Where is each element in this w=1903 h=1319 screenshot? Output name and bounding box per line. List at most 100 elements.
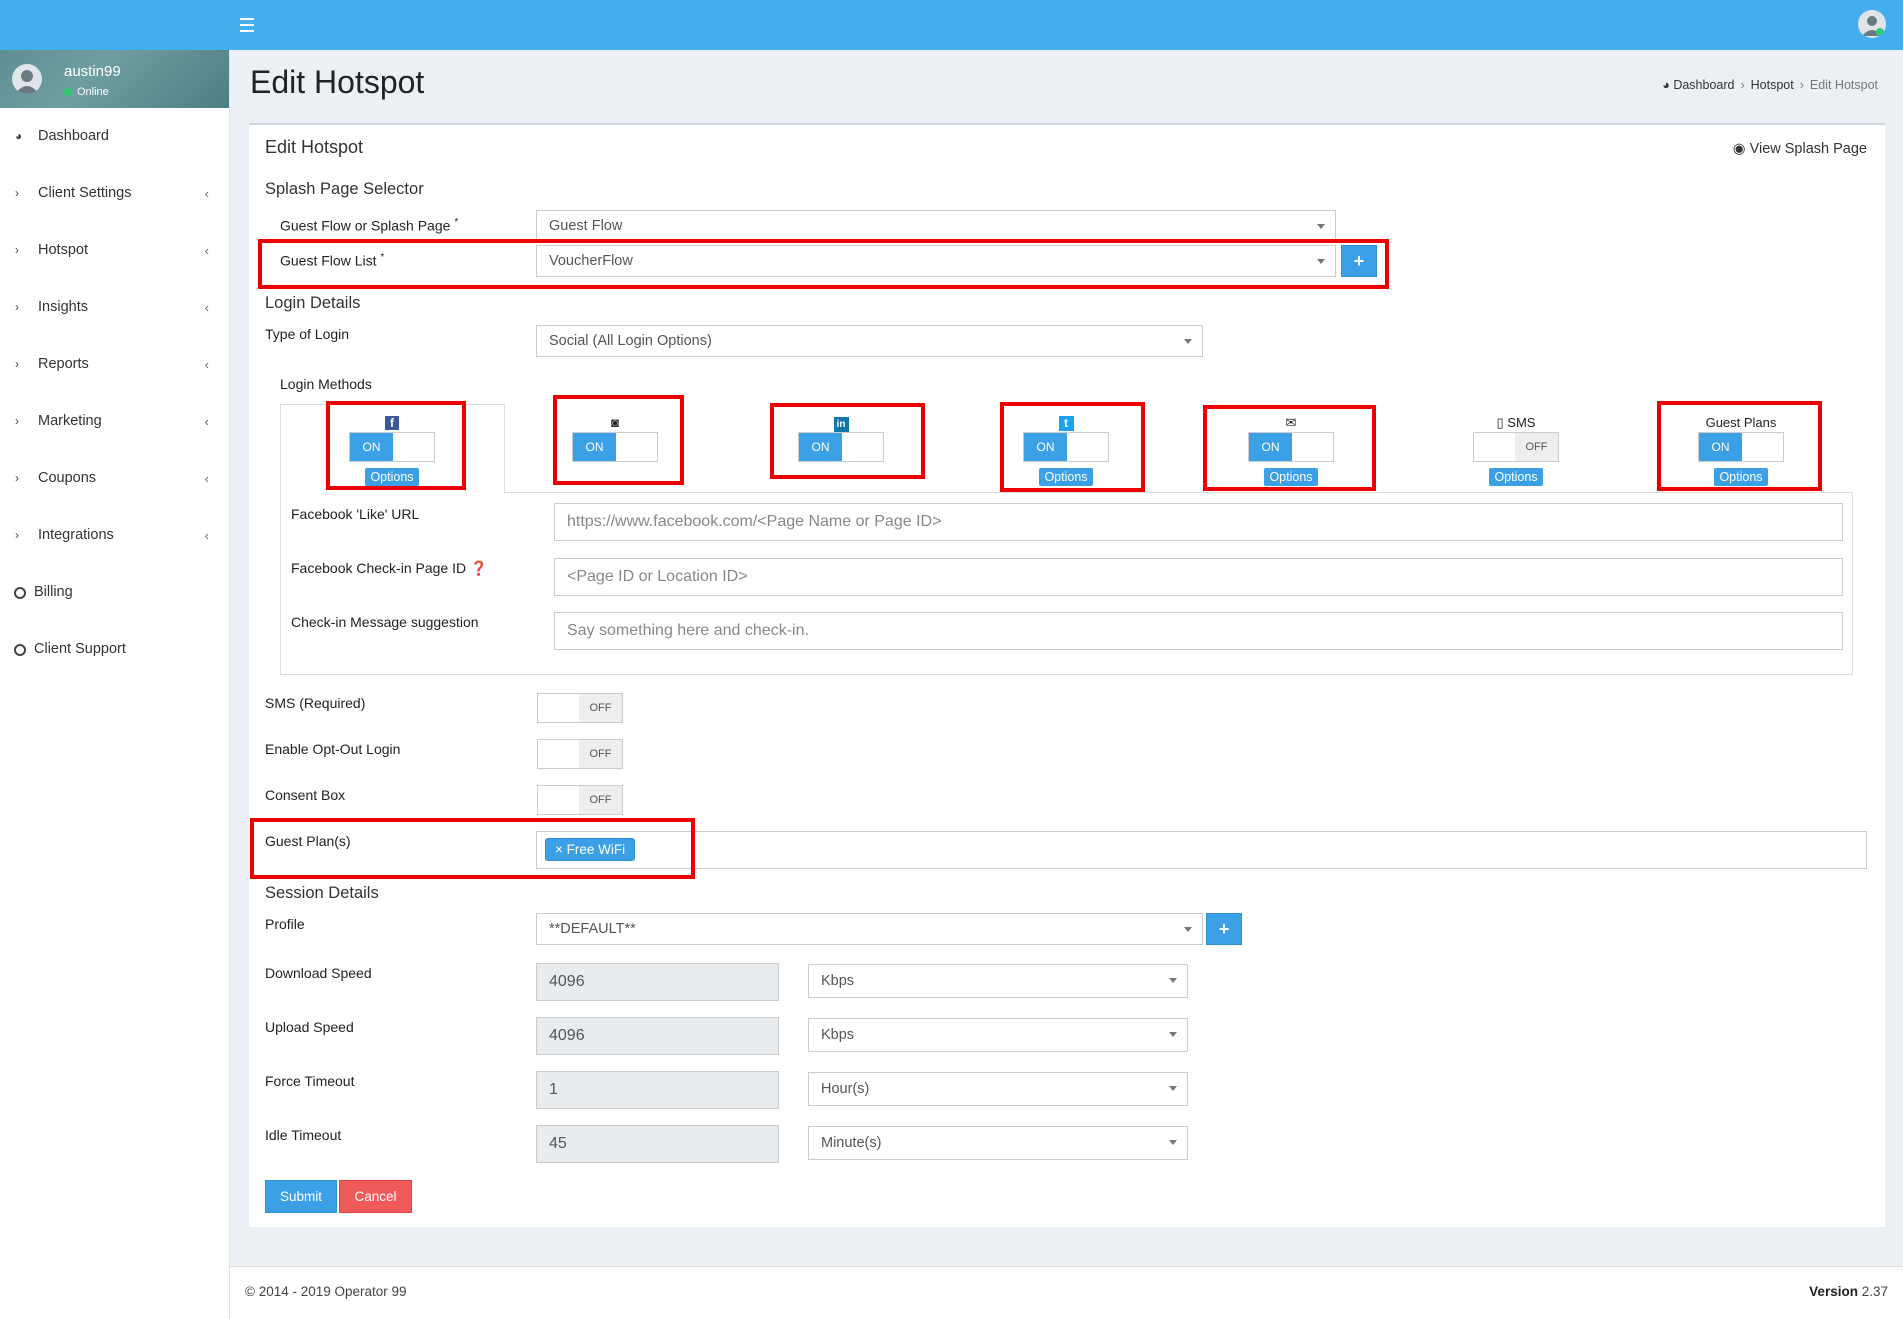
caret-down-icon [1317,224,1325,229]
caret-down-icon [1184,927,1192,932]
sidebar-item-insights[interactable]: › Insights ‹ [0,279,229,336]
circle-icon [14,644,26,656]
mobile-icon: ▯ SMS [1496,415,1536,430]
dashboard-icon: ◕ [1662,78,1674,92]
breadcrumb-current: Edit Hotspot [1809,78,1878,92]
highlight-facebook [326,401,466,490]
breadcrumb: ◕ Dashboard › Hotspot › Edit Hotspot [1662,78,1878,92]
chevron-right-icon: › [15,300,19,314]
login-methods-label: Login Methods [280,376,372,392]
checkin-message-input[interactable]: Say something here and check-in. [554,612,1843,650]
profile-label: Profile [265,916,305,932]
chevron-right-icon: › [15,243,19,257]
consent-box-label: Consent Box [265,787,346,803]
facebook-checkin-label: Facebook Check-in Page ID ❓ [291,560,488,576]
breadcrumb-dashboard[interactable]: Dashboard [1673,78,1734,92]
idle-timeout-label: Idle Timeout [265,1127,342,1143]
download-speed-label: Download Speed [265,965,372,981]
view-splash-page-link[interactable]: ◉ View Splash Page [1733,141,1867,157]
chevron-left-icon: ‹ [204,528,209,543]
section-login-details: Login Details [265,294,361,312]
user-avatar-icon[interactable] [1858,10,1886,38]
chevron-right-icon: › [15,414,19,428]
download-unit-select[interactable]: Kbps [808,964,1188,998]
panel-title: Edit Hotspot [265,137,364,157]
username: austin99 [64,63,121,80]
sms-required-toggle[interactable]: OFF [537,693,623,723]
section-splash-page-selector: Splash Page Selector [265,180,424,198]
submit-button[interactable]: Submit [265,1180,337,1213]
idle-timeout-input[interactable]: 45 [536,1125,779,1163]
chevron-left-icon: ‹ [204,471,209,486]
caret-down-icon [1169,978,1177,983]
chevron-left-icon: ‹ [204,243,209,258]
guest-flow-or-splash-select[interactable]: Guest Flow [536,210,1336,242]
checkin-message-label: Check-in Message suggestion [291,614,479,630]
sidebar-item-client-support[interactable]: Client Support [0,621,229,678]
sms-options-button[interactable]: Options [1489,468,1543,486]
sidebar-item-dashboard[interactable]: ◕ Dashboard [0,108,229,165]
facebook-checkin-input[interactable]: <Page ID or Location ID> [554,558,1843,596]
online-dot-icon [64,88,72,97]
avatar [12,64,42,94]
sidebar-item-billing[interactable]: Billing [0,564,229,621]
chevron-left-icon: ‹ [204,186,209,201]
caret-down-icon [1184,339,1192,344]
sidebar-item-integrations[interactable]: › Integrations ‹ [0,507,229,564]
download-speed-input[interactable]: 4096 [536,963,779,1001]
idle-timeout-unit-select[interactable]: Minute(s) [808,1126,1188,1160]
sidebar-item-client-settings[interactable]: › Client Settings ‹ [0,165,229,222]
highlight-guest-plans-field [250,818,695,879]
sidebar-item-reports[interactable]: › Reports ‹ [0,336,229,393]
upload-unit-select[interactable]: Kbps [808,1018,1188,1052]
add-profile-button[interactable]: + [1206,913,1242,945]
sidebar-item-marketing[interactable]: › Marketing ‹ [0,393,229,450]
chevron-right-icon: › [15,186,19,200]
force-timeout-input[interactable]: 1 [536,1071,779,1109]
force-timeout-label: Force Timeout [265,1073,355,1089]
type-of-login-label: Type of Login [265,326,350,342]
footer: © 2014 - 2019 Operator 99 Version 2.37 [230,1266,1903,1319]
caret-down-icon [1169,1032,1177,1037]
highlight-email [1203,405,1376,491]
consent-box-toggle[interactable]: OFF [537,785,623,815]
force-timeout-unit-select[interactable]: Hour(s) [808,1072,1188,1106]
caret-down-icon [1169,1140,1177,1145]
section-session-details: Session Details [265,884,379,902]
chevron-left-icon: ‹ [204,414,209,429]
sidebar: austin99 Online ◕ Dashboard › Client Setti… [0,50,230,1319]
opt-out-login-label: Enable Opt-Out Login [265,741,401,757]
login-method-sms[interactable]: ▯ SMS OFF Options [1456,414,1576,486]
upload-speed-label: Upload Speed [265,1019,354,1035]
sidebar-nav: ◕ Dashboard › Client Settings ‹ › Hotspot ‹ ›… [0,108,229,678]
chevron-left-icon: ‹ [204,357,209,372]
question-circle-icon: ❓ [469,560,488,576]
highlight-linkedin [770,403,925,479]
circle-icon [14,587,26,599]
profile-select[interactable]: **DEFAULT** [536,913,1203,945]
facebook-like-url-input[interactable]: https://www.facebook.com/<Page Name or P… [554,503,1843,541]
type-of-login-select[interactable]: Social (All Login Options) [536,325,1203,357]
user-panel: austin99 Online [0,50,229,108]
opt-out-login-toggle[interactable]: OFF [537,739,623,769]
hamburger-icon[interactable] [240,14,258,34]
chevron-right-icon: › [15,528,19,542]
chevron-right-icon: › [15,357,19,371]
sms-method-toggle[interactable]: OFF [1473,432,1559,462]
cancel-button[interactable]: Cancel [339,1180,412,1213]
breadcrumb-hotspot[interactable]: Hotspot [1751,78,1794,92]
dashboard-icon: ◕ [15,129,23,143]
guest-plans-multiselect[interactable]: × Free WiFi [536,831,1867,869]
guest-flow-or-splash-label: Guest Flow or Splash Page * [280,217,459,234]
sidebar-item-coupons[interactable]: › Coupons ‹ [0,450,229,507]
chevron-right-icon: › [15,471,19,485]
sms-required-label: SMS (Required) [265,695,366,711]
copyright-text: © 2014 - 2019 Operator 99 [245,1284,407,1299]
sidebar-item-hotspot[interactable]: › Hotspot ‹ [0,222,229,279]
upload-speed-input[interactable]: 4096 [536,1017,779,1055]
facebook-like-url-label: Facebook 'Like' URL [291,506,420,522]
highlight-instagram [553,395,684,485]
top-navbar [0,0,1903,50]
version-text: Version 2.37 [1809,1284,1888,1299]
highlight-guest-flow-list [258,239,1389,289]
